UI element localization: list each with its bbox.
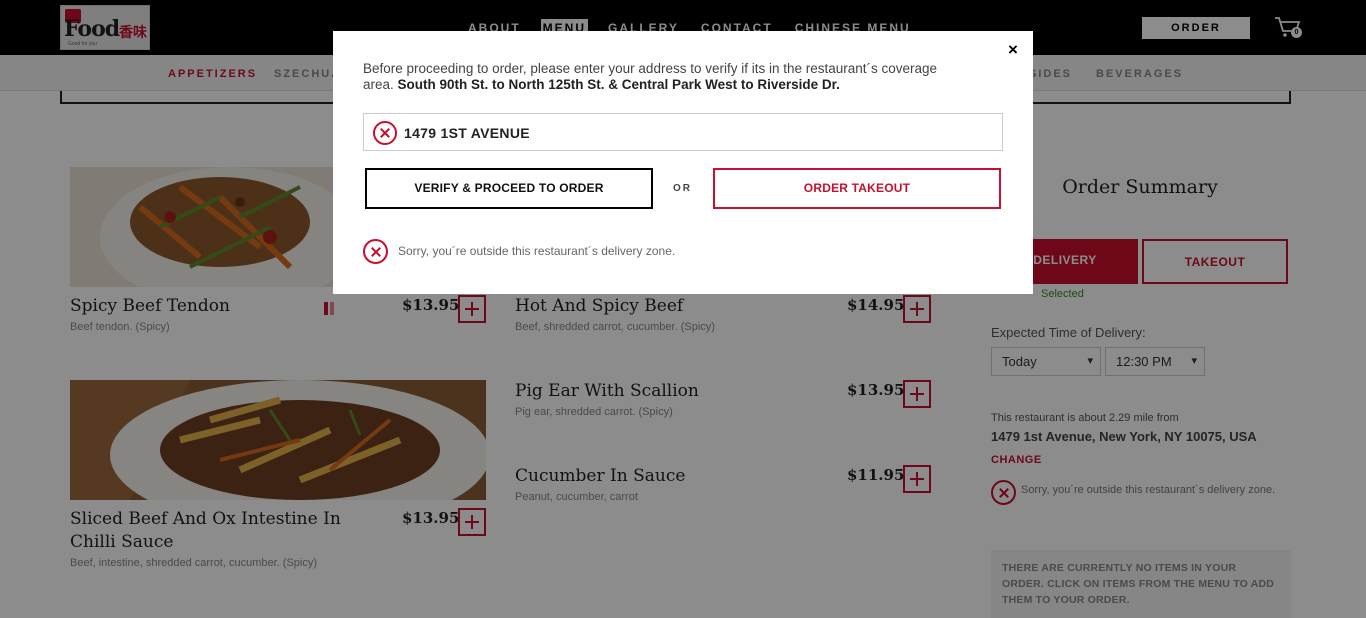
verify-and-proceed-button[interactable]: VERIFY & PROCEED TO ORDER [365, 168, 653, 209]
coverage-area-text: South 90th St. to North 125th St. & Cent… [397, 77, 840, 92]
clear-x-icon[interactable] [373, 121, 397, 145]
modal-delivery-zone-error: Sorry, you´re outside this restaurant´s … [398, 244, 676, 258]
modal-intro-text: Before proceeding to order, please enter… [363, 61, 963, 93]
address-verify-modal: × Before proceeding to order, please ent… [333, 31, 1033, 294]
address-input[interactable]: 1479 1ST AVENUE [363, 113, 1003, 151]
error-x-icon [363, 239, 388, 264]
order-takeout-button[interactable]: ORDER TAKEOUT [713, 168, 1001, 209]
close-icon[interactable]: × [1002, 39, 1024, 61]
or-separator: OR [673, 183, 692, 194]
address-input-value: 1479 1ST AVENUE [404, 125, 530, 141]
